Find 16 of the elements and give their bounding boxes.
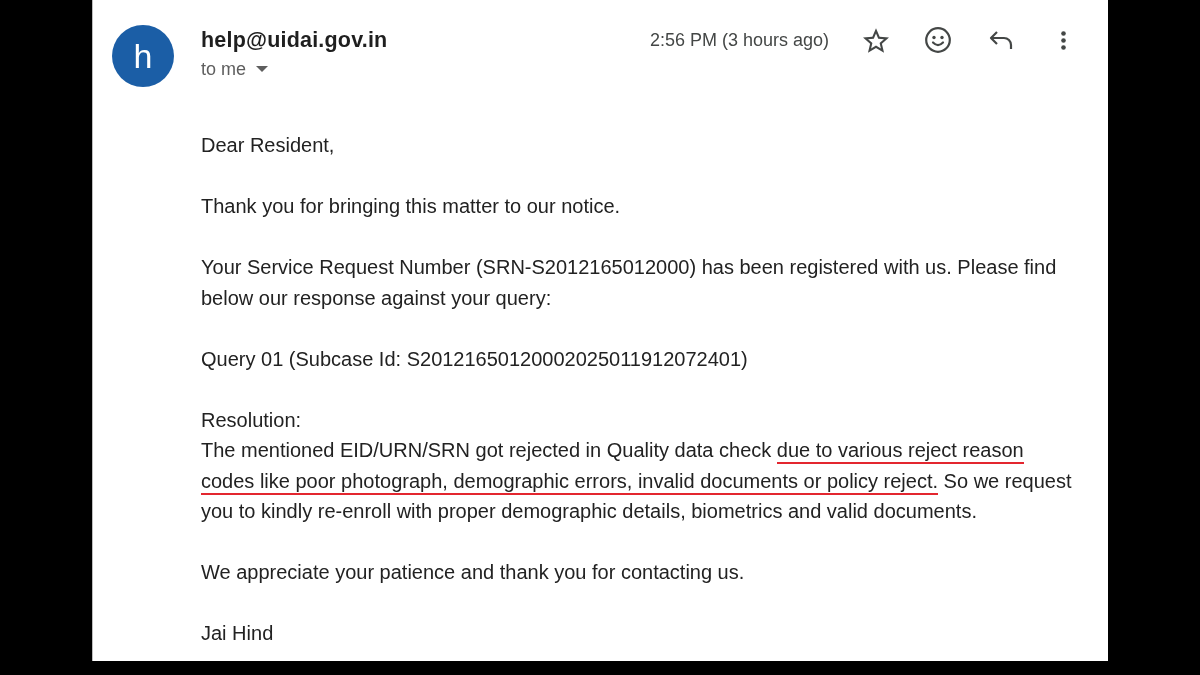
timestamp: 2:56 PM (3 hours ago) [649, 29, 829, 52]
sender-email: help@uidai.gov.in [201, 27, 388, 54]
resolution-paragraph: The mentioned EID/URN/SRN got rejected in Quality data check due to various reject reason codes like poor photograph, demographic errors, invalid documents or policy reject. So we request you to kindly re-enroll with proper demographic details, biometrics and valid documents. [201, 438, 1073, 524]
body-paragraph: We appreciate your patience and thank you for contacting us. [201, 560, 746, 585]
body-paragraph: Your Service Request Number (SRN-S2012165012000) has been registered with us. Please find below our response against your query: [201, 255, 1058, 311]
body-paragraph: Thank you for bringing this matter to our notice. [201, 194, 622, 219]
more-vertical-icon [1060, 30, 1066, 50]
resolution-heading: Resolution: [201, 407, 303, 433]
avatar: h [112, 25, 174, 87]
body-paragraph: Jai Hind [201, 621, 275, 646]
body-paragraph: Dear Resident, [201, 133, 336, 158]
reply-icon [989, 30, 1013, 50]
body-paragraph: Query 01 (Subcase Id: S20121650120002025011912072401) [201, 346, 749, 372]
recipient-label: to me [201, 58, 247, 80]
smiley-icon [925, 27, 951, 53]
caret-icon [256, 66, 269, 72]
